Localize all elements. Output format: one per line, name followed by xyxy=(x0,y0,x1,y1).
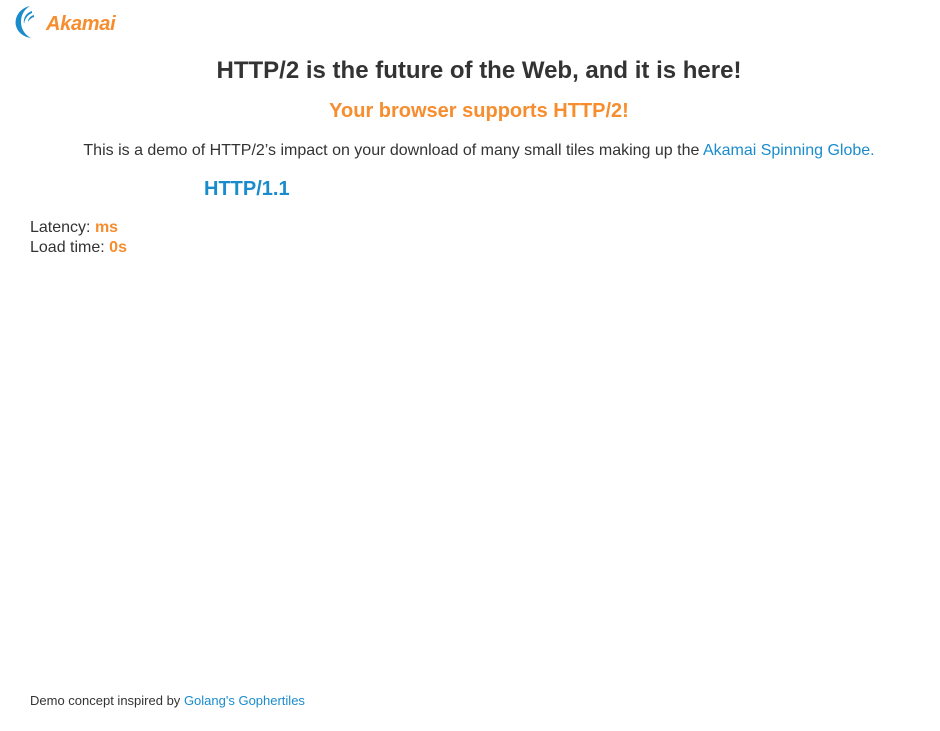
footer-text: Demo concept inspired by xyxy=(30,693,181,708)
latency-row: Latency: ms xyxy=(30,218,127,238)
load-time-row: Load time: 0s xyxy=(30,238,127,258)
spinning-globe-link[interactable]: Akamai Spinning Globe xyxy=(703,142,870,159)
page-title: HTTP/2 is the future of the Web, and it … xyxy=(216,57,742,84)
latency-value: ms xyxy=(94,219,119,236)
intro-text: This is a demo of HTTP/2’s impact on you… xyxy=(0,141,940,161)
footer: Demo concept inspired by Golang's Gopher… xyxy=(30,693,305,709)
load-time-value: 0s xyxy=(109,239,127,256)
intro-suffix: . xyxy=(870,142,875,159)
protocol-label: HTTP/1.1 xyxy=(204,178,290,200)
logo-text: Akamai xyxy=(46,13,116,35)
akamai-logo[interactable]: Akamai xyxy=(12,2,116,40)
page: Akamai HTTP/2 is the future of the Web, … xyxy=(0,0,940,731)
support-message: Your browser supports HTTP/2! xyxy=(329,100,629,122)
gophertiles-link[interactable]: Golang's Gophertiles xyxy=(184,693,305,708)
intro-prefix: This is a demo of HTTP/2’s impact on you… xyxy=(83,142,700,159)
load-time-label: Load time: xyxy=(30,239,105,256)
stats-panel: Latency: ms Load time: 0s xyxy=(30,218,127,258)
latency-label: Latency: xyxy=(30,219,91,236)
